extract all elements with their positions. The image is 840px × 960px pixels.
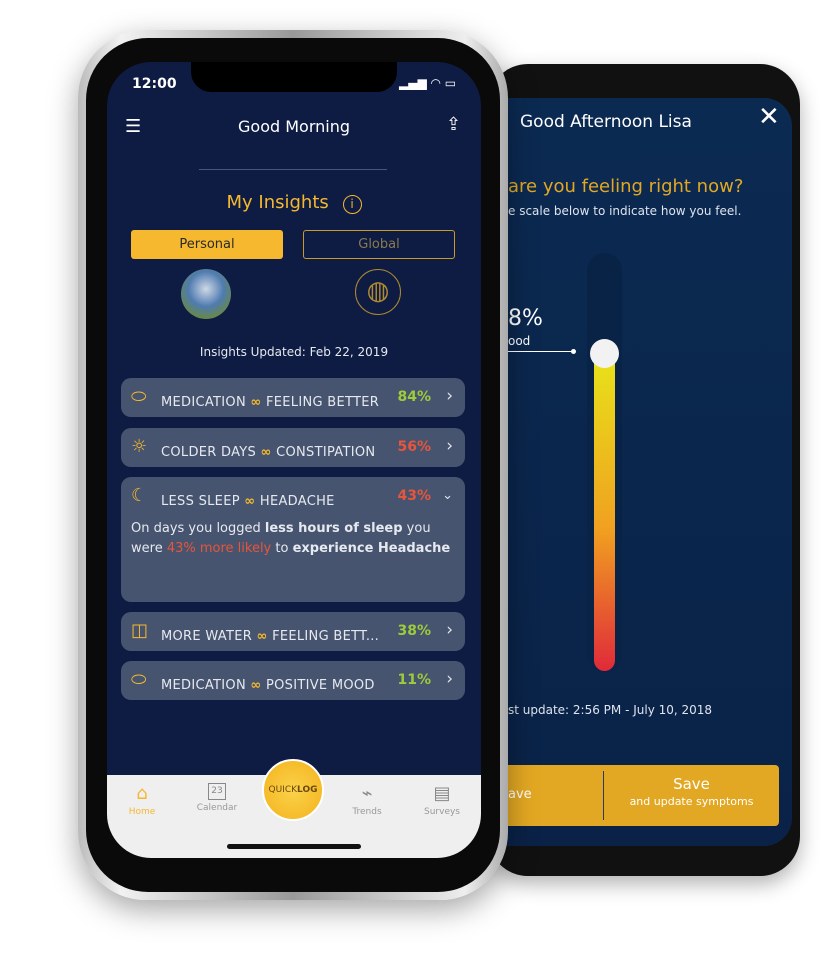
text: On days you logged [131, 521, 265, 536]
insight-percent: 11% [397, 672, 431, 688]
cup-icon: ◫ [131, 620, 149, 641]
tab-label: Surveys [424, 807, 460, 817]
chevron-down-icon: ⌄ [442, 488, 453, 503]
effect: CONSTIPATION [276, 445, 376, 460]
tab-label: Calendar [196, 803, 238, 813]
segment-global[interactable]: Global [303, 230, 455, 259]
infinity-icon: ∞ [250, 395, 262, 410]
insight-card-expanded[interactable]: ☾ LESS SLEEP ∞ HEADACHE 43% ⌄ On days yo… [121, 477, 465, 602]
tab-surveys[interactable]: ▤ Surveys [412, 783, 472, 817]
infinity-icon: ∞ [256, 629, 268, 644]
insight-percent: 38% [397, 623, 431, 639]
infinity-icon: ∞ [260, 445, 272, 460]
insight-card[interactable]: ⬭ MEDICATION ∞ FEELING BETTER 84% › [121, 378, 465, 417]
cause: MEDICATION [161, 678, 246, 693]
save-sublabel: and update symptoms [629, 795, 754, 808]
save-button[interactable]: Save and update symptoms [604, 775, 779, 808]
sun-icon: ☼ [131, 436, 148, 457]
info-icon[interactable]: i [342, 195, 362, 214]
quicklog-label-bold: LOG [297, 785, 318, 795]
tab-home[interactable]: ⌂ Home [112, 783, 172, 817]
mood-value: 8% [508, 306, 543, 331]
text-highlight: 43% more likely [166, 541, 272, 556]
tab-label: Trends [352, 807, 382, 817]
question: are you feeling right now? [508, 176, 744, 197]
insight-label: COLDER DAYS ∞ CONSTIPATION [161, 445, 375, 460]
insights-updated: Insights Updated: Feb 22, 2019 [199, 345, 389, 359]
chevron-right-icon: › [446, 386, 453, 406]
insight-detail: On days you logged less hours of sleep y… [131, 519, 456, 559]
share-icon[interactable]: ⇪ [446, 114, 461, 135]
tab-calendar[interactable]: 23 Calendar [187, 783, 247, 813]
insight-percent: 43% [397, 488, 431, 504]
back-phone-screen: Good Afternoon Lisa ✕ are you feeling ri… [500, 98, 792, 846]
home-icon: ⌂ [136, 783, 148, 804]
greeting: Good Afternoon Lisa [520, 112, 692, 132]
notch [191, 62, 397, 92]
close-icon[interactable]: ✕ [758, 102, 780, 132]
clipboard-icon: ▤ [433, 783, 451, 804]
insight-percent: 84% [397, 389, 431, 405]
effect: FEELING BETT... [272, 629, 380, 644]
pill-icon: ⬭ [131, 386, 147, 407]
insight-label: MORE WATER ∞ FEELING BETT... [161, 629, 379, 644]
insights-heading: My Insights i [107, 192, 481, 214]
last-update: st update: 2:56 PM - July 10, 2018 [508, 703, 713, 717]
infinity-icon: ∞ [244, 494, 256, 509]
insight-label: MEDICATION ∞ POSITIVE MOOD [161, 678, 375, 693]
status-time: 12:00 [132, 76, 177, 92]
save-label: Save [673, 775, 710, 793]
tab-label: Home [128, 807, 156, 817]
mood-slider-track[interactable] [587, 253, 622, 671]
front-phone-screen: 12:00 ▂▄▆ ◠ ▭ ☰ Good Morning ⇪ My Insigh… [107, 62, 481, 858]
cause: MORE WATER [161, 629, 253, 644]
cause: MEDICATION [161, 395, 246, 410]
cause: COLDER DAYS [161, 445, 257, 460]
cause: LESS SLEEP [161, 494, 240, 509]
insight-percent: 56% [397, 439, 431, 455]
section-title: My Insights [226, 192, 329, 213]
text: to [271, 541, 293, 556]
chevron-right-icon: › [446, 620, 453, 640]
instruction: e scale below to indicate how you feel. [508, 204, 742, 218]
insight-card[interactable]: ☼ COLDER DAYS ∞ CONSTIPATION 56% › [121, 428, 465, 467]
tab-trends[interactable]: ⌁ Trends [337, 783, 397, 817]
moon-icon: ☾ [131, 485, 148, 506]
insight-label: MEDICATION ∞ FEELING BETTER [161, 395, 379, 410]
globe-icon[interactable]: ◍ [355, 269, 401, 315]
effect: HEADACHE [259, 494, 335, 509]
mood-slider-fill [594, 357, 615, 671]
insight-card[interactable]: ◫ MORE WATER ∞ FEELING BETT... 38% › [121, 612, 465, 651]
left-button[interactable]: ave [508, 787, 532, 802]
insight-card[interactable]: ⬭ MEDICATION ∞ POSITIVE MOOD 11% › [121, 661, 465, 700]
button-bar: ave Save and update symptoms [500, 765, 779, 826]
pill-icon: ⬭ [131, 669, 147, 690]
trends-icon: ⌁ [361, 783, 373, 804]
calendar-icon: 23 [208, 783, 226, 800]
divider [199, 169, 387, 170]
mood-slider-knob[interactable] [590, 339, 619, 368]
value-pointer-line [508, 351, 574, 352]
quicklog-label: QUICK [268, 785, 298, 795]
value-pointer-dot [571, 349, 576, 354]
effect: FEELING BETTER [265, 395, 380, 410]
text-bold: less hours of sleep [264, 521, 403, 536]
infinity-icon: ∞ [250, 678, 262, 693]
segment-personal[interactable]: Personal [131, 230, 283, 259]
page-title: Good Morning [238, 117, 350, 136]
insight-label: LESS SLEEP ∞ HEADACHE [161, 494, 335, 509]
text-bold: experience Headache [292, 541, 451, 556]
avatar[interactable] [181, 269, 231, 319]
home-indicator [227, 844, 361, 849]
effect: POSITIVE MOOD [265, 678, 375, 693]
quicklog-button[interactable]: QUICKLOG [262, 759, 324, 821]
status-icons: ▂▄▆ ◠ ▭ [399, 76, 457, 90]
mood-label: ood [508, 334, 531, 348]
chevron-right-icon: › [446, 669, 453, 689]
chevron-right-icon: › [446, 436, 453, 456]
